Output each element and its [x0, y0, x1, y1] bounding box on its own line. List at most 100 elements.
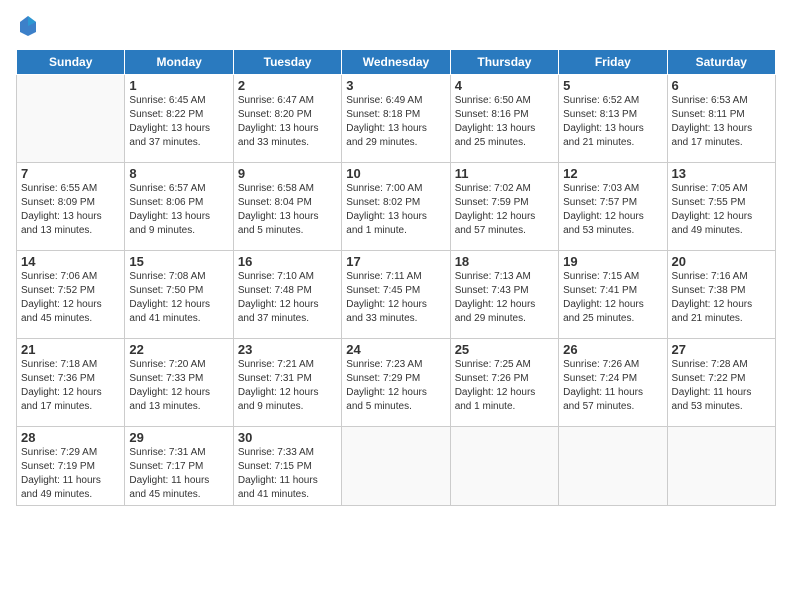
calendar-day-header: Tuesday	[233, 50, 341, 75]
day-number: 5	[563, 78, 662, 93]
day-number: 22	[129, 342, 228, 357]
day-info: Sunrise: 7:28 AMSunset: 7:22 PMDaylight:…	[672, 358, 771, 414]
day-info: Sunrise: 7:11 AMSunset: 7:45 PMDaylight:…	[346, 270, 445, 326]
day-info: Sunrise: 6:53 AMSunset: 8:11 PMDaylight:…	[672, 94, 771, 150]
day-number: 19	[563, 254, 662, 269]
day-number: 4	[455, 78, 554, 93]
day-info: Sunrise: 7:18 AMSunset: 7:36 PMDaylight:…	[21, 358, 120, 414]
day-number: 2	[238, 78, 337, 93]
header	[16, 10, 776, 43]
day-number: 24	[346, 342, 445, 357]
calendar-day-cell	[450, 427, 558, 506]
day-info: Sunrise: 7:20 AMSunset: 7:33 PMDaylight:…	[129, 358, 228, 414]
day-number: 26	[563, 342, 662, 357]
calendar-day-cell: 19Sunrise: 7:15 AMSunset: 7:41 PMDayligh…	[559, 251, 667, 339]
day-info: Sunrise: 6:58 AMSunset: 8:04 PMDaylight:…	[238, 182, 337, 238]
day-info: Sunrise: 7:13 AMSunset: 7:43 PMDaylight:…	[455, 270, 554, 326]
day-info: Sunrise: 7:25 AMSunset: 7:26 PMDaylight:…	[455, 358, 554, 414]
calendar-day-cell: 14Sunrise: 7:06 AMSunset: 7:52 PMDayligh…	[17, 251, 125, 339]
day-number: 3	[346, 78, 445, 93]
calendar-day-cell: 11Sunrise: 7:02 AMSunset: 7:59 PMDayligh…	[450, 163, 558, 251]
day-number: 12	[563, 166, 662, 181]
calendar-day-cell	[559, 427, 667, 506]
calendar-day-cell: 15Sunrise: 7:08 AMSunset: 7:50 PMDayligh…	[125, 251, 233, 339]
day-number: 8	[129, 166, 228, 181]
day-info: Sunrise: 6:47 AMSunset: 8:20 PMDaylight:…	[238, 94, 337, 150]
calendar-day-cell: 26Sunrise: 7:26 AMSunset: 7:24 PMDayligh…	[559, 339, 667, 427]
day-info: Sunrise: 6:55 AMSunset: 8:09 PMDaylight:…	[21, 182, 120, 238]
day-info: Sunrise: 7:02 AMSunset: 7:59 PMDaylight:…	[455, 182, 554, 238]
day-info: Sunrise: 7:21 AMSunset: 7:31 PMDaylight:…	[238, 358, 337, 414]
day-number: 20	[672, 254, 771, 269]
day-info: Sunrise: 7:03 AMSunset: 7:57 PMDaylight:…	[563, 182, 662, 238]
calendar-day-cell: 2Sunrise: 6:47 AMSunset: 8:20 PMDaylight…	[233, 75, 341, 163]
calendar-day-cell: 29Sunrise: 7:31 AMSunset: 7:17 PMDayligh…	[125, 427, 233, 506]
calendar-day-header: Friday	[559, 50, 667, 75]
calendar-table: SundayMondayTuesdayWednesdayThursdayFrid…	[16, 49, 776, 506]
day-info: Sunrise: 7:31 AMSunset: 7:17 PMDaylight:…	[129, 446, 228, 502]
day-number: 11	[455, 166, 554, 181]
day-info: Sunrise: 7:05 AMSunset: 7:55 PMDaylight:…	[672, 182, 771, 238]
calendar-day-cell: 20Sunrise: 7:16 AMSunset: 7:38 PMDayligh…	[667, 251, 775, 339]
day-info: Sunrise: 6:57 AMSunset: 8:06 PMDaylight:…	[129, 182, 228, 238]
day-number: 28	[21, 430, 120, 445]
calendar-day-cell: 8Sunrise: 6:57 AMSunset: 8:06 PMDaylight…	[125, 163, 233, 251]
calendar-day-header: Sunday	[17, 50, 125, 75]
page: SundayMondayTuesdayWednesdayThursdayFrid…	[0, 0, 792, 612]
calendar-week-row: 7Sunrise: 6:55 AMSunset: 8:09 PMDaylight…	[17, 163, 776, 251]
calendar-day-cell: 27Sunrise: 7:28 AMSunset: 7:22 PMDayligh…	[667, 339, 775, 427]
calendar-header-row: SundayMondayTuesdayWednesdayThursdayFrid…	[17, 50, 776, 75]
day-number: 17	[346, 254, 445, 269]
day-number: 23	[238, 342, 337, 357]
logo-icon	[18, 14, 38, 38]
day-info: Sunrise: 7:23 AMSunset: 7:29 PMDaylight:…	[346, 358, 445, 414]
calendar-day-header: Saturday	[667, 50, 775, 75]
day-number: 18	[455, 254, 554, 269]
calendar-week-row: 1Sunrise: 6:45 AMSunset: 8:22 PMDaylight…	[17, 75, 776, 163]
logo	[16, 14, 40, 43]
day-number: 14	[21, 254, 120, 269]
calendar-day-cell	[342, 427, 450, 506]
day-info: Sunrise: 7:06 AMSunset: 7:52 PMDaylight:…	[21, 270, 120, 326]
calendar-week-row: 28Sunrise: 7:29 AMSunset: 7:19 PMDayligh…	[17, 427, 776, 506]
day-number: 7	[21, 166, 120, 181]
calendar-day-cell	[667, 427, 775, 506]
day-number: 9	[238, 166, 337, 181]
calendar-day-cell: 5Sunrise: 6:52 AMSunset: 8:13 PMDaylight…	[559, 75, 667, 163]
calendar-week-row: 14Sunrise: 7:06 AMSunset: 7:52 PMDayligh…	[17, 251, 776, 339]
calendar-week-row: 21Sunrise: 7:18 AMSunset: 7:36 PMDayligh…	[17, 339, 776, 427]
calendar-day-cell: 1Sunrise: 6:45 AMSunset: 8:22 PMDaylight…	[125, 75, 233, 163]
calendar-day-cell: 4Sunrise: 6:50 AMSunset: 8:16 PMDaylight…	[450, 75, 558, 163]
day-number: 6	[672, 78, 771, 93]
day-number: 16	[238, 254, 337, 269]
day-info: Sunrise: 7:08 AMSunset: 7:50 PMDaylight:…	[129, 270, 228, 326]
day-info: Sunrise: 6:52 AMSunset: 8:13 PMDaylight:…	[563, 94, 662, 150]
calendar-day-cell: 22Sunrise: 7:20 AMSunset: 7:33 PMDayligh…	[125, 339, 233, 427]
day-info: Sunrise: 7:15 AMSunset: 7:41 PMDaylight:…	[563, 270, 662, 326]
day-info: Sunrise: 6:45 AMSunset: 8:22 PMDaylight:…	[129, 94, 228, 150]
day-info: Sunrise: 7:26 AMSunset: 7:24 PMDaylight:…	[563, 358, 662, 414]
day-number: 13	[672, 166, 771, 181]
calendar-day-header: Thursday	[450, 50, 558, 75]
day-number: 29	[129, 430, 228, 445]
day-info: Sunrise: 7:33 AMSunset: 7:15 PMDaylight:…	[238, 446, 337, 502]
day-number: 27	[672, 342, 771, 357]
day-number: 1	[129, 78, 228, 93]
day-info: Sunrise: 6:50 AMSunset: 8:16 PMDaylight:…	[455, 94, 554, 150]
day-info: Sunrise: 7:00 AMSunset: 8:02 PMDaylight:…	[346, 182, 445, 238]
day-info: Sunrise: 6:49 AMSunset: 8:18 PMDaylight:…	[346, 94, 445, 150]
calendar-day-cell: 13Sunrise: 7:05 AMSunset: 7:55 PMDayligh…	[667, 163, 775, 251]
calendar-day-cell: 3Sunrise: 6:49 AMSunset: 8:18 PMDaylight…	[342, 75, 450, 163]
calendar-day-cell: 21Sunrise: 7:18 AMSunset: 7:36 PMDayligh…	[17, 339, 125, 427]
calendar-day-header: Wednesday	[342, 50, 450, 75]
calendar-day-cell: 23Sunrise: 7:21 AMSunset: 7:31 PMDayligh…	[233, 339, 341, 427]
calendar-day-cell: 30Sunrise: 7:33 AMSunset: 7:15 PMDayligh…	[233, 427, 341, 506]
day-number: 10	[346, 166, 445, 181]
day-number: 21	[21, 342, 120, 357]
day-number: 30	[238, 430, 337, 445]
calendar-day-cell: 16Sunrise: 7:10 AMSunset: 7:48 PMDayligh…	[233, 251, 341, 339]
calendar-day-cell: 12Sunrise: 7:03 AMSunset: 7:57 PMDayligh…	[559, 163, 667, 251]
calendar-day-cell: 7Sunrise: 6:55 AMSunset: 8:09 PMDaylight…	[17, 163, 125, 251]
calendar-day-cell: 9Sunrise: 6:58 AMSunset: 8:04 PMDaylight…	[233, 163, 341, 251]
calendar-day-cell: 25Sunrise: 7:25 AMSunset: 7:26 PMDayligh…	[450, 339, 558, 427]
